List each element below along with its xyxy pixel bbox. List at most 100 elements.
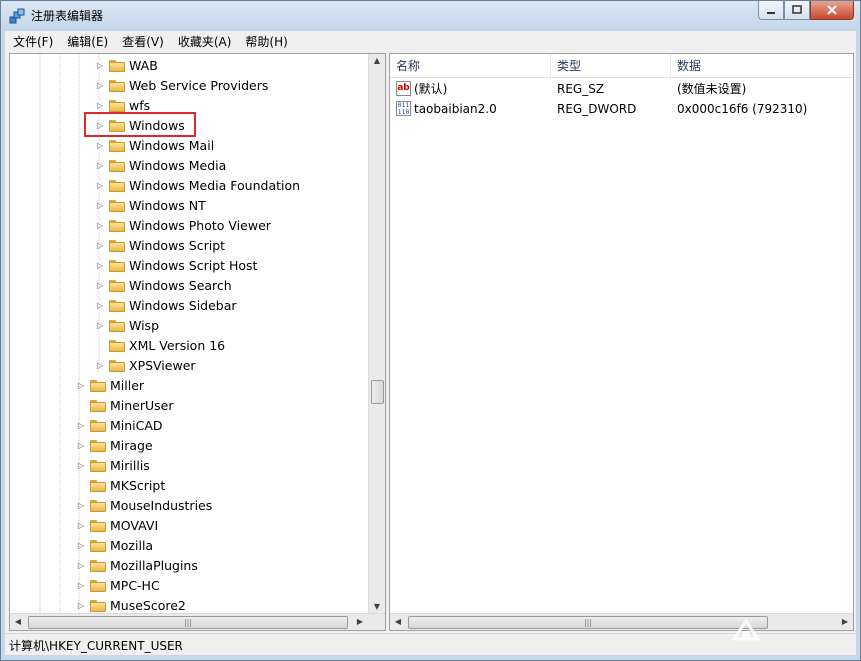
menu-bar: 文件(F) 编辑(E) 查看(V) 收藏夹(A) 帮助(H)	[5, 31, 856, 51]
scroll-down-icon[interactable]: ▼	[369, 602, 385, 611]
menu-favorites[interactable]: 收藏夹(A)	[170, 33, 238, 50]
expand-arrow-icon[interactable]: ▷	[95, 61, 105, 70]
menu-help[interactable]: 帮助(H)	[237, 33, 293, 50]
expand-arrow-icon[interactable]: ▷	[76, 461, 86, 470]
folder-icon	[90, 399, 106, 412]
expand-arrow-icon[interactable]: ▷	[95, 201, 105, 210]
scroll-up-icon[interactable]: ▲	[369, 56, 385, 65]
folder-icon	[90, 579, 106, 592]
tree-node[interactable]: MinerUser	[76, 395, 174, 415]
tree-node[interactable]: ▷ Windows NT	[95, 195, 206, 215]
pane-area: ▷ WAB ▷ Web Service Providers ▷ wfs ▷ Windows ▷ W…	[5, 51, 856, 633]
folder-icon	[90, 479, 106, 492]
menu-edit[interactable]: 编辑(E)	[59, 33, 114, 50]
tree-node[interactable]: ▷ MuseScore2	[76, 595, 186, 615]
tree-node[interactable]: ▷ MOVAVI	[76, 515, 158, 535]
folder-icon	[90, 439, 106, 452]
expand-arrow-icon[interactable]: ▷	[76, 501, 86, 510]
value-name: taobaibian2.0	[414, 102, 497, 116]
tree-node[interactable]: ▷ Web Service Providers	[95, 75, 268, 95]
tree-node-label: Mirillis	[110, 457, 150, 473]
expand-arrow-icon[interactable]: ▷	[95, 281, 105, 290]
expand-arrow-icon[interactable]: ▷	[76, 521, 86, 530]
scroll-right-icon[interactable]: ▶	[352, 617, 368, 626]
tree-node[interactable]: ▷ Windows Media Foundation	[95, 175, 300, 195]
expand-arrow-icon[interactable]: ▷	[95, 361, 105, 370]
tree-node[interactable]: ▷ MouseIndustries	[76, 495, 212, 515]
expand-arrow-icon[interactable]: ▷	[95, 241, 105, 250]
menu-view[interactable]: 查看(V)	[114, 33, 170, 50]
list-row[interactable]: 011 110 taobaibian2.0 REG_DWORD 0x000c16f…	[390, 99, 853, 119]
title-bar[interactable]: 注册表编辑器	[1, 1, 860, 31]
tree-node[interactable]: ▷ MiniCAD	[76, 415, 163, 435]
expand-arrow-icon[interactable]: ▷	[95, 81, 105, 90]
expand-arrow-icon[interactable]: ▷	[95, 261, 105, 270]
folder-icon	[109, 199, 125, 212]
expand-arrow-icon[interactable]: ▷	[76, 381, 86, 390]
expand-arrow-icon[interactable]: ▷	[76, 561, 86, 570]
tree-node[interactable]: ▷ Mozilla	[76, 535, 153, 555]
expand-arrow-icon[interactable]: ▷	[95, 301, 105, 310]
tree-node[interactable]: ▷ WAB	[95, 55, 158, 75]
expand-arrow-icon[interactable]: ▷	[95, 181, 105, 190]
tree-node[interactable]: ▷ XPSViewer	[95, 355, 196, 375]
folder-icon	[109, 279, 125, 292]
tree-node[interactable]: ▷ Windows Photo Viewer	[95, 215, 271, 235]
value-data: (数值未设置)	[677, 82, 747, 96]
expand-arrow-icon[interactable]: ▷	[95, 141, 105, 150]
minimize-button[interactable]	[758, 1, 784, 20]
expand-arrow-icon[interactable]: ▷	[95, 101, 105, 110]
tree-node[interactable]: MKScript	[76, 475, 165, 495]
tree-node[interactable]: ▷ MPC-HC	[76, 575, 160, 595]
tree-horizontal-scrollbar[interactable]: ◀ ||| ▶	[10, 613, 385, 630]
tree-node[interactable]: ▷ Windows Script	[95, 235, 225, 255]
expand-arrow-icon[interactable]: ▷	[76, 441, 86, 450]
tree-node-label: Windows Script Host	[129, 257, 258, 273]
tree-hscroll-thumb[interactable]: |||	[28, 616, 348, 629]
folder-icon	[109, 159, 125, 172]
tree-node-label: Windows Sidebar	[129, 297, 237, 313]
tree-node[interactable]: ▷ Windows Search	[95, 275, 232, 295]
tree-node-label: Wisp	[129, 317, 160, 333]
expand-arrow-icon[interactable]: ▷	[76, 421, 86, 430]
tree-node[interactable]: ▷ Windows Script Host	[95, 255, 258, 275]
tree-node[interactable]: ▷ Windows Sidebar	[95, 295, 237, 315]
scroll-left-icon[interactable]: ◀	[10, 617, 26, 626]
tree-node-label: XPSViewer	[129, 357, 196, 373]
menu-file[interactable]: 文件(F)	[5, 33, 59, 50]
tree-node[interactable]: ▷ Mirillis	[76, 455, 150, 475]
column-data[interactable]: 数据	[671, 54, 853, 78]
tree-node[interactable]: ▷ Miller	[76, 375, 144, 395]
scroll-left-icon[interactable]: ◀	[390, 617, 406, 626]
expand-arrow-icon[interactable]: ▷	[95, 321, 105, 330]
tree-node-label: Mozilla	[110, 537, 154, 553]
tree-node[interactable]: ▷ Mirage	[76, 435, 153, 455]
tree-node[interactable]: ▷ MozillaPlugins	[76, 555, 198, 575]
tree-node-label: MouseIndustries	[110, 497, 213, 513]
folder-icon	[109, 99, 125, 112]
registry-tree[interactable]: ▷ WAB ▷ Web Service Providers ▷ wfs ▷ Windows ▷ W…	[9, 53, 386, 631]
close-button[interactable]	[810, 1, 854, 20]
expand-arrow-icon[interactable]: ▷	[95, 221, 105, 230]
tree-scroll-thumb[interactable]	[371, 380, 384, 404]
tree-node-label: MiniCAD	[110, 417, 163, 433]
tree-node[interactable]: ▷ Windows Mail	[95, 135, 214, 155]
maximize-button[interactable]	[784, 1, 810, 20]
column-name[interactable]: 名称	[390, 54, 551, 78]
tree-node-label: Windows Photo Viewer	[129, 217, 271, 233]
list-row[interactable]: ab (默认) REG_SZ (数值未设置)	[390, 79, 853, 99]
expand-arrow-icon[interactable]: ▷	[76, 541, 86, 550]
tree-node[interactable]: ▷ Wisp	[95, 315, 159, 335]
expand-arrow-icon[interactable]: ▷	[95, 161, 105, 170]
folder-icon	[109, 319, 125, 332]
column-type[interactable]: 类型	[551, 54, 671, 78]
value-list[interactable]: 名称 类型 数据 ab (默认) REG_SZ (数值未设置) 011 110 t…	[389, 53, 854, 631]
tree-vertical-scrollbar[interactable]: ▲ ▼	[368, 54, 385, 613]
list-hscroll-thumb[interactable]: |||	[408, 616, 768, 629]
expand-arrow-icon[interactable]: ▷	[76, 581, 86, 590]
tree-node[interactable]: ▷ Windows Media	[95, 155, 226, 175]
tree-node[interactable]: XML Version 16	[95, 335, 225, 355]
tree-node-label: WAB	[129, 57, 158, 73]
maximize-icon	[792, 5, 802, 14]
expand-arrow-icon[interactable]: ▷	[76, 601, 86, 610]
